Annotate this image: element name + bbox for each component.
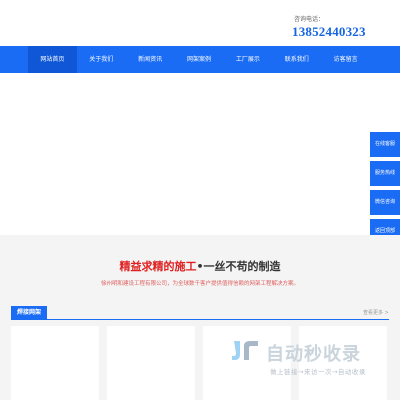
hotline-number[interactable]: 13852440323 xyxy=(292,24,366,40)
product-card[interactable] xyxy=(107,326,195,400)
watermark-title: 自动秒收录 xyxy=(266,344,361,365)
nav-item-about[interactable]: 关于我们 xyxy=(77,46,126,73)
product-card[interactable] xyxy=(11,326,99,400)
watermark: 自动秒收录 做上链接→来访一次→自动收录 xyxy=(230,336,390,382)
nav-item-message[interactable]: 访客留言 xyxy=(321,46,370,73)
category-tab[interactable]: 焊接网架 xyxy=(11,306,48,319)
section-slogan: 精益求精的施工•一丝不苟的制造 xyxy=(0,258,400,274)
nav-item-factory[interactable]: 工厂展示 xyxy=(223,46,272,73)
nav-item-cases[interactable]: 网架案例 xyxy=(175,46,224,73)
nav-item-home[interactable]: 网站首页 xyxy=(28,46,77,73)
top-header: 咨询电话： 13852440323 xyxy=(0,0,400,46)
sidebar-wechat[interactable]: 微信咨询 xyxy=(370,190,400,215)
hotline-label: 咨询电话： xyxy=(294,16,325,23)
nav-item-contact[interactable]: 联系我们 xyxy=(272,46,321,73)
main-nav: 网站首页 关于我们 新闻资讯 网架案例 工厂展示 联系我们 访客留言 xyxy=(0,46,400,73)
watermark-subtitle: 做上链接→来访一次→自动收录 xyxy=(270,368,366,376)
floating-sidebar: 在线客服 服务热线 微信咨询 返回顶部 xyxy=(370,132,400,248)
slogan-highlight: 精益求精的施工 xyxy=(119,260,197,273)
category-divider xyxy=(11,319,389,320)
nav-item-news[interactable]: 新闻资讯 xyxy=(126,46,175,73)
slogan-rest: •一丝不苟的制造 xyxy=(196,260,281,273)
banner-area xyxy=(0,73,400,235)
sidebar-online-service[interactable]: 在线客服 xyxy=(370,132,400,157)
watermark-logo-icon xyxy=(232,341,258,360)
more-link[interactable]: 查看更多 > xyxy=(363,309,389,316)
section-subtitle: 徐州明和建设工程有限公司，为全球数千客户提供值得信赖的网架工程解决方案。 xyxy=(100,281,299,287)
sidebar-hotline[interactable]: 服务热线 xyxy=(370,161,400,186)
